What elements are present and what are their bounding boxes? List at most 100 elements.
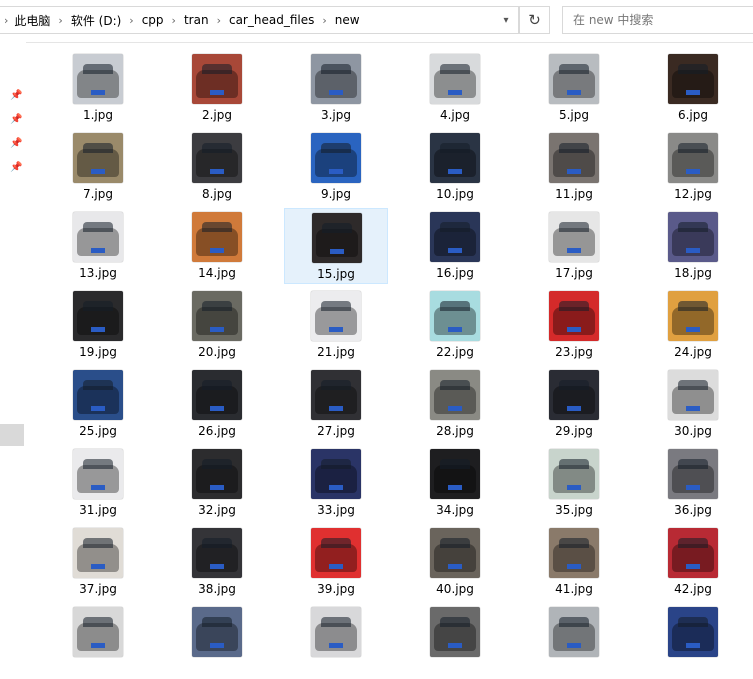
file-item[interactable]: 2.jpg [165,50,269,126]
file-item[interactable]: 3.jpg [284,50,388,126]
file-item[interactable] [403,603,507,679]
file-item[interactable]: 18.jpg [641,208,745,284]
chevron-right-icon[interactable]: › [217,14,221,27]
image-thumbnail [73,212,123,262]
pin-icon[interactable]: 📌 [10,90,22,101]
file-item[interactable]: 7.jpg [46,129,150,205]
file-item[interactable]: 23.jpg [522,287,626,363]
thumbnail-plate [448,327,462,332]
file-item[interactable] [284,603,388,679]
search-box[interactable] [562,6,753,34]
chevron-right-icon[interactable]: › [4,14,8,27]
file-name-label: 3.jpg [320,108,352,122]
file-item[interactable]: 11.jpg [522,129,626,205]
file-item[interactable]: 20.jpg [165,287,269,363]
file-name-label: 19.jpg [79,345,117,359]
chevron-right-icon[interactable]: › [58,14,62,27]
breadcrumb-segment[interactable]: car_head_files [229,13,314,27]
breadcrumb-segment[interactable]: tran [184,13,209,27]
file-item[interactable]: 42.jpg [641,524,745,600]
file-item[interactable]: 10.jpg [403,129,507,205]
file-item[interactable]: 24.jpg [641,287,745,363]
thumbnail-glass [440,617,470,627]
thumbnail-glass [559,64,589,74]
chevron-right-icon[interactable]: › [172,14,176,27]
address-history-dropdown[interactable]: ▾ [494,6,519,34]
file-item[interactable]: 1.jpg [46,50,150,126]
chevron-down-icon: ▾ [503,14,509,26]
image-thumbnail [549,528,599,578]
file-item[interactable]: 34.jpg [403,445,507,521]
thumbnail-glass [83,222,113,232]
file-item[interactable] [641,603,745,679]
file-item[interactable]: 39.jpg [284,524,388,600]
file-item[interactable]: 5.jpg [522,50,626,126]
file-item[interactable]: 27.jpg [284,366,388,442]
thumbnail-glass [559,459,589,469]
file-item[interactable]: 16.jpg [403,208,507,284]
file-item[interactable]: 26.jpg [165,366,269,442]
thumbnail-glass [83,301,113,311]
image-thumbnail [668,133,718,183]
file-item[interactable]: 8.jpg [165,129,269,205]
chevron-right-icon[interactable]: › [322,14,326,27]
thumbnail-plate [567,169,581,174]
thumbnail-plate [91,327,105,332]
file-item[interactable]: 37.jpg [46,524,150,600]
file-item[interactable]: 38.jpg [165,524,269,600]
file-name-label: 26.jpg [198,424,236,438]
image-thumbnail [192,291,242,341]
image-thumbnail [430,212,480,262]
file-item[interactable]: 15.jpg [284,208,388,284]
file-item[interactable]: 32.jpg [165,445,269,521]
file-name-label: 20.jpg [198,345,236,359]
thumbnail-glass [559,143,589,153]
file-item[interactable]: 14.jpg [165,208,269,284]
file-item[interactable]: 6.jpg [641,50,745,126]
pin-icon[interactable]: 📌 [10,138,22,149]
file-item[interactable]: 33.jpg [284,445,388,521]
thumbnail-plate [91,485,105,490]
file-item[interactable]: 22.jpg [403,287,507,363]
search-input[interactable] [571,12,745,28]
file-item[interactable]: 29.jpg [522,366,626,442]
file-item[interactable]: 4.jpg [403,50,507,126]
file-item[interactable]: 41.jpg [522,524,626,600]
file-item[interactable]: 19.jpg [46,287,150,363]
thumbnail-plate [91,169,105,174]
image-thumbnail [73,370,123,420]
file-item[interactable] [165,603,269,679]
pin-icon[interactable]: 📌 [10,114,22,125]
thumbnail-glass [83,617,113,627]
file-item[interactable] [522,603,626,679]
file-item[interactable]: 36.jpg [641,445,745,521]
address-bar[interactable]: › 此电脑 › 软件 (D:) › cpp › tran › car_head_files › ne… [0,6,520,34]
file-item[interactable]: 35.jpg [522,445,626,521]
file-item[interactable]: 31.jpg [46,445,150,521]
image-thumbnail [311,370,361,420]
file-item[interactable]: 40.jpg [403,524,507,600]
file-item[interactable] [46,603,150,679]
file-item[interactable]: 12.jpg [641,129,745,205]
thumbnail-plate [567,90,581,95]
image-thumbnail [311,607,361,657]
file-name-label: 23.jpg [555,345,593,359]
breadcrumb-segment[interactable]: 软件 (D:) [71,12,121,29]
file-item[interactable]: 25.jpg [46,366,150,442]
file-item[interactable]: 21.jpg [284,287,388,363]
file-item[interactable]: 28.jpg [403,366,507,442]
nav-selected-item[interactable] [0,424,24,446]
pin-icon[interactable]: 📌 [10,162,22,173]
file-item[interactable]: 17.jpg [522,208,626,284]
refresh-button[interactable]: ↻ [520,6,550,34]
breadcrumb-segment[interactable]: cpp [142,13,164,27]
breadcrumb-segment[interactable]: new [335,13,360,27]
file-item[interactable]: 13.jpg [46,208,150,284]
thumbnail-plate [567,327,581,332]
file-item[interactable]: 9.jpg [284,129,388,205]
chevron-right-icon[interactable]: › [129,14,133,27]
breadcrumb-segment[interactable]: 此电脑 [14,12,50,29]
file-item[interactable]: 30.jpg [641,366,745,442]
thumbnail-plate [329,406,343,411]
file-name-label: 32.jpg [198,503,236,517]
